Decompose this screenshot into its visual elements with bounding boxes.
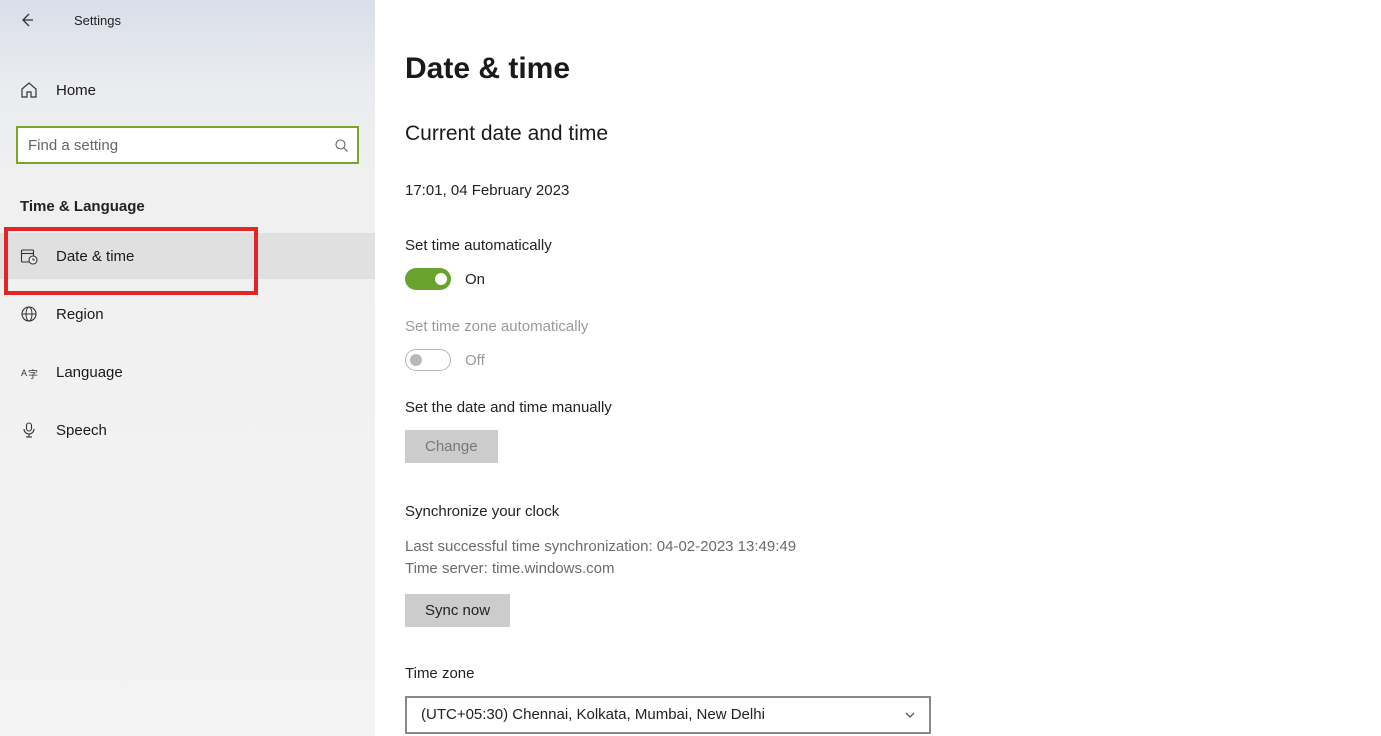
setting-set-tz-auto: Set time zone automatically Off: [405, 318, 1381, 371]
search-box[interactable]: [16, 126, 359, 164]
sidebar-item-label: Language: [56, 364, 123, 381]
sidebar-item-region[interactable]: Region: [0, 291, 375, 337]
toggle-state: On: [465, 271, 485, 288]
sidebar-item-language[interactable]: A字 Language: [0, 349, 375, 395]
svg-text:A: A: [21, 368, 27, 378]
microphone-icon: [20, 421, 38, 439]
setting-set-manual: Set the date and time manually Change: [405, 399, 1381, 463]
main-content: Date & time Current date and time 17:01,…: [375, 0, 1381, 736]
svg-text:字: 字: [28, 368, 38, 381]
toggle-set-tz-auto: [405, 349, 451, 371]
timezone-selected: (UTC+05:30) Chennai, Kolkata, Mumbai, Ne…: [421, 706, 765, 723]
sync-info: Last successful time synchronization: 04…: [405, 536, 1381, 580]
sidebar-item-date-time[interactable]: Date & time: [0, 233, 375, 279]
setting-label: Set time zone automatically: [405, 318, 1381, 335]
header-row: Settings: [0, 2, 375, 38]
setting-label: Set the date and time manually: [405, 399, 1381, 416]
timezone-heading: Time zone: [405, 665, 1381, 682]
sidebar-item-label: Speech: [56, 422, 107, 439]
sidebar-home[interactable]: Home: [0, 68, 375, 112]
section-current-datetime: Current date and time: [405, 122, 1381, 146]
sidebar-item-speech[interactable]: Speech: [0, 407, 375, 453]
toggle-state: Off: [465, 352, 485, 369]
window-title: Settings: [74, 13, 121, 28]
sidebar-item-label: Region: [56, 306, 104, 323]
sidebar: Settings Home Time & Language Date & tim…: [0, 0, 375, 736]
sidebar-item-label: Date & time: [56, 248, 134, 265]
page-title: Date & time: [405, 52, 1381, 86]
language-icon: A字: [20, 363, 38, 381]
setting-set-time-auto: Set time automatically On: [405, 237, 1381, 290]
sidebar-nav-list: Date & time Region A字 Language Speech: [0, 233, 375, 453]
sync-heading: Synchronize your clock: [405, 503, 1381, 520]
sync-now-button[interactable]: Sync now: [405, 594, 510, 627]
timezone-select[interactable]: (UTC+05:30) Chennai, Kolkata, Mumbai, Ne…: [405, 696, 931, 734]
sync-server: Time server: time.windows.com: [405, 558, 1381, 580]
sidebar-home-label: Home: [56, 82, 96, 99]
search-input[interactable]: [28, 137, 334, 154]
calendar-clock-icon: [20, 247, 38, 265]
setting-label: Set time automatically: [405, 237, 1381, 254]
toggle-set-time-auto[interactable]: [405, 268, 451, 290]
change-button: Change: [405, 430, 498, 463]
home-icon: [20, 81, 38, 99]
current-datetime: 17:01, 04 February 2023: [405, 182, 1381, 199]
chevron-down-icon: [903, 708, 917, 722]
search-icon: [334, 138, 349, 153]
sync-last: Last successful time synchronization: 04…: [405, 536, 1381, 558]
globe-icon: [20, 305, 38, 323]
sidebar-category: Time & Language: [20, 198, 375, 215]
back-arrow-icon[interactable]: [18, 11, 36, 29]
